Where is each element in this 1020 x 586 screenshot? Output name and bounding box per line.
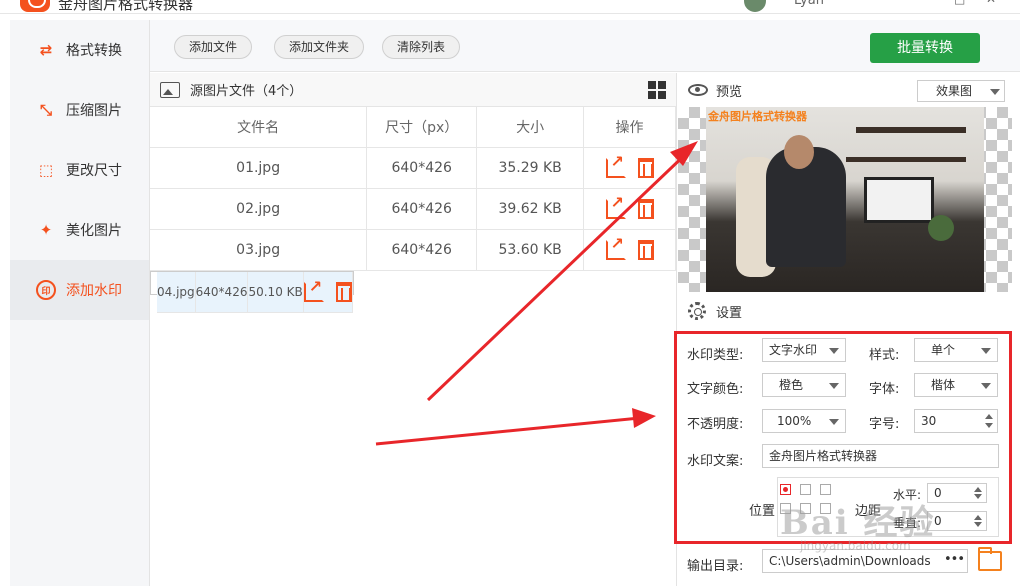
column-header: 尺寸（px） [366,107,478,148]
preview-mode-value: 效果图 [936,84,973,98]
user-name[interactable]: Lyan [794,0,824,8]
file-name: 03.jpg [150,229,368,271]
annotation-highlight-box [674,331,1012,544]
column-header: 文件名 [150,107,368,148]
sidebar-item-label: 美化图片 [66,223,122,239]
clear-list-button[interactable]: 清除列表 [382,35,461,59]
file-panel: 源图片文件（4个） 文件名 尺寸（px） 大小 操作 01.jpg 640*42… [150,73,677,586]
file-size: 50.10 KB [247,271,304,313]
output-dir-label: 输出目录: [687,559,744,574]
sidebar: ⇄ 格式转换 ⤡ 压缩图片 ⬚ 更改尺寸 ✦ 美化图片 印 添加水印 [10,20,150,586]
image-icon [160,81,180,98]
sidebar-item-beautify[interactable]: ✦ 美化图片 [10,200,149,260]
preview-label: 预览 [716,84,743,100]
watermark-preview-text: 金舟图片格式转换器 [708,110,807,123]
file-panel-title: 源图片文件（4个） [190,84,303,99]
avatar[interactable] [744,0,766,12]
export-icon[interactable] [303,276,324,303]
delete-icon[interactable] [335,282,352,303]
maximize-icon[interactable]: □ [954,0,965,6]
preview-canvas: 金舟图片格式转换器 [678,107,1012,292]
beautify-icon: ✦ [39,221,53,239]
sidebar-item-label: 添加水印 [66,283,122,299]
eye-icon [688,84,708,96]
sidebar-item-label: 更改尺寸 [66,163,122,179]
file-dimensions: 640*426 [195,271,249,313]
file-name: 04.jpg [157,271,196,313]
row-actions [583,188,676,230]
file-name: 01.jpg [150,147,368,189]
output-dir-input[interactable]: C:\Users\admin\Downloads [762,549,968,573]
title-bar: 金舟图片格式转换器 Lyan — □ ✕ [0,0,1020,14]
row-actions [583,147,676,189]
sidebar-item-compress[interactable]: ⤡ 压缩图片 [10,80,149,140]
chevron-down-icon [990,89,1000,95]
file-table: 文件名 尺寸（px） 大小 操作 01.jpg 640*426 35.29 KB… [150,107,676,313]
file-size: 53.60 KB [476,229,585,271]
column-header: 操作 [583,107,676,148]
app-logo-icon [20,0,50,12]
sidebar-item-watermark[interactable]: 印 添加水印 [10,260,149,320]
batch-convert-button[interactable]: 批量转换 [870,33,980,63]
gear-icon [688,302,706,320]
sidebar-item-label: 压缩图片 [66,103,122,119]
export-icon[interactable] [605,234,626,260]
watermark-icon: 印 [36,280,56,300]
file-size: 39.62 KB [476,188,585,230]
compress-icon: ⤡ [39,101,52,119]
settings-header: 设置 [678,296,1020,326]
file-size: 35.29 KB [476,147,585,189]
grid-view-icon[interactable] [648,81,666,99]
browse-button[interactable]: ••• [940,551,968,573]
folder-icon[interactable] [978,547,1002,571]
sidebar-item-format-convert[interactable]: ⇄ 格式转换 [10,20,149,80]
add-file-button[interactable]: 添加文件 [174,35,253,59]
preview-image [706,107,984,292]
delete-icon[interactable] [637,198,654,219]
file-dimensions: 640*426 [366,229,478,271]
table-row[interactable]: 02.jpg 640*426 39.62 KB [150,188,676,230]
file-panel-header: 源图片文件（4个） [150,73,676,107]
table-header-row: 文件名 尺寸（px） 大小 操作 [150,107,676,148]
sidebar-item-label: 格式转换 [66,43,122,59]
file-dimensions: 640*426 [366,147,478,189]
sidebar-item-resize[interactable]: ⬚ 更改尺寸 [10,140,149,200]
delete-icon[interactable] [637,239,654,260]
row-actions [303,271,353,313]
column-header: 大小 [476,107,585,148]
table-row[interactable]: 03.jpg 640*426 53.60 KB [150,229,676,271]
add-folder-button[interactable]: 添加文件夹 [274,35,365,59]
close-icon[interactable]: ✕ [986,0,996,6]
table-row-selected[interactable]: 04.jpg 640*426 50.10 KB [150,270,354,313]
export-icon[interactable] [605,193,626,219]
delete-icon[interactable] [637,157,654,178]
row-actions [583,229,676,271]
preview-mode-select[interactable]: 效果图 [917,80,1005,102]
settings-label: 设置 [716,305,743,321]
file-name: 02.jpg [150,188,368,230]
format-convert-icon: ⇄ [39,41,53,59]
table-row[interactable]: 01.jpg 640*426 35.29 KB [150,147,676,189]
export-icon[interactable] [605,152,626,178]
minimize-icon[interactable]: — [920,0,932,6]
file-dimensions: 640*426 [366,188,478,230]
resize-icon: ⬚ [38,161,54,179]
app-title: 金舟图片格式转换器 [58,0,194,13]
